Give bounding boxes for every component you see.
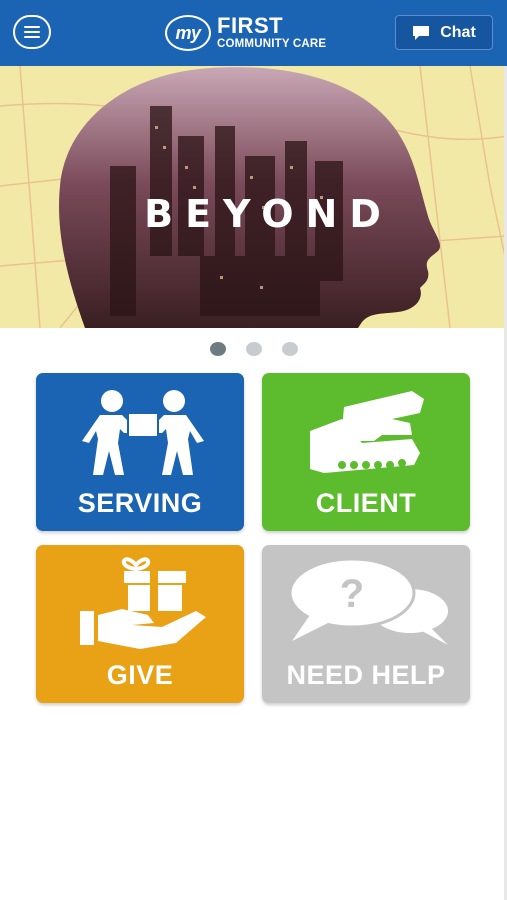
- tile-serving-label: SERVING: [77, 488, 203, 518]
- chat-bubble-icon: [413, 25, 430, 40]
- app-logo[interactable]: my FIRST COMMUNITY CARE: [165, 12, 326, 54]
- tile-serving[interactable]: SERVING: [36, 373, 244, 531]
- question-speech-bubbles-icon: ?: [288, 557, 448, 645]
- hero-title: BEYOND: [144, 192, 393, 236]
- carousel-indicators: [210, 342, 298, 356]
- menu-icon-bar: [24, 26, 40, 28]
- logo-subtitle: COMMUNITY CARE: [217, 38, 327, 51]
- tile-need-help-label: NEED HELP: [286, 660, 446, 690]
- people-carrying-box-icon: [82, 390, 204, 475]
- menu-icon-bar: [24, 36, 40, 38]
- app-header: my FIRST COMMUNITY CARE Chat: [0, 0, 507, 66]
- logo-my-oval: my: [165, 15, 211, 51]
- carousel-dot-2[interactable]: [246, 342, 262, 356]
- tile-client[interactable]: CLIENT: [262, 373, 470, 531]
- hero-banner[interactable]: BEYOND: [0, 66, 507, 328]
- svg-text:?: ?: [340, 572, 364, 616]
- carousel-dot-1[interactable]: [210, 342, 226, 356]
- handshake-icon: [310, 391, 424, 473]
- chat-label: Chat: [440, 23, 476, 41]
- tile-give[interactable]: GIVE: [36, 545, 244, 703]
- tile-give-label: GIVE: [106, 660, 174, 690]
- gift-in-hand-icon: [80, 557, 206, 649]
- tile-client-label: CLIENT: [315, 488, 417, 518]
- carousel-dot-3[interactable]: [282, 342, 298, 356]
- menu-button[interactable]: [13, 15, 51, 49]
- chat-button[interactable]: Chat: [395, 15, 493, 50]
- tile-need-help[interactable]: ? NEED HELP: [262, 545, 470, 703]
- logo-text: FIRST COMMUNITY CARE: [217, 15, 326, 51]
- menu-icon-bar: [24, 31, 40, 33]
- logo-first: FIRST: [217, 13, 284, 39]
